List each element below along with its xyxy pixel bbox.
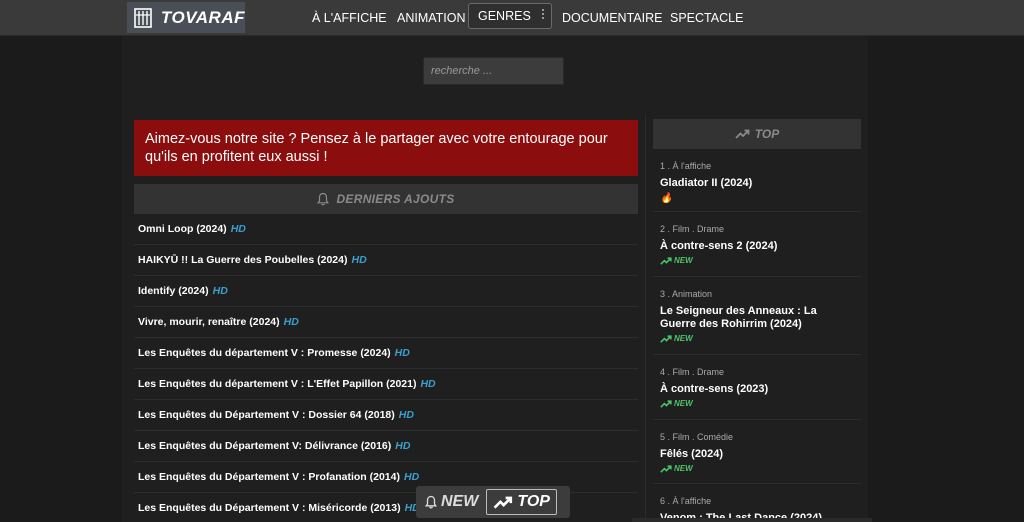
genres-label: GENRES <box>478 9 531 23</box>
hd-badge: HD <box>230 223 246 235</box>
top-item-badge: NEW <box>660 334 854 343</box>
top-item-4[interactable]: 4 . Film . Drame À contre-sens (2023) NE… <box>653 355 861 420</box>
top-item-category: 6 . À l'affiche <box>660 496 712 506</box>
trending-up-icon <box>660 256 672 265</box>
top-item-2[interactable]: 2 . Film . Drame À contre-sens 2 (2024) … <box>653 212 861 277</box>
top-item-title: À contre-sens 2 (2024) <box>660 240 778 252</box>
top-item-category: 5 . Film . Comédie <box>660 432 734 442</box>
list-item[interactable]: HAIKYŪ !! La Guerre des Poubelles (2024)… <box>134 245 638 276</box>
top-section-header: TOP <box>653 119 861 149</box>
nav-label: SPECTACLE <box>670 11 744 25</box>
kebab-menu-icon <box>542 9 544 19</box>
hd-badge: HD <box>351 254 367 266</box>
top-button-label: TOP <box>517 493 550 510</box>
nav-item-animation[interactable]: ANIMATION <box>397 0 466 36</box>
latest-list: Omni Loop (2024) HD HAIKYŪ !! La Guerre d… <box>134 214 638 522</box>
top-item-title: Gladiator II (2024) <box>660 177 753 189</box>
list-item[interactable]: Les Enquêtes du Département V : Dossier … <box>134 400 638 431</box>
hd-badge: HD <box>403 471 420 483</box>
film-tower-icon <box>133 7 153 29</box>
item-title: Les Enquêtes du Département V: Délivranc… <box>138 440 392 452</box>
top-item-category: 2 . Film . Drame <box>660 224 725 234</box>
trending-up-icon <box>660 334 672 343</box>
top-item-title: Le Seigneur des Anneaux : La Guerre des … <box>660 305 817 330</box>
new-badge: NEW <box>674 464 693 473</box>
hd-badge: HD <box>394 347 410 359</box>
top-item-category: 4 . Film . Drame <box>660 367 725 377</box>
search-input[interactable] <box>423 57 564 85</box>
new-badge: NEW <box>674 256 693 265</box>
item-title: Les Enquêtes du Département V : Misérico… <box>138 502 401 514</box>
trending-up-icon <box>660 399 672 408</box>
site-name: TOVARAF <box>160 7 245 27</box>
top-item-3[interactable]: 3 . Animation Le Seigneur des Anneaux : … <box>653 277 861 355</box>
trending-up-icon <box>660 464 672 473</box>
nav-item-spectacle[interactable]: SPECTACLE <box>670 0 743 36</box>
top-item-6[interactable]: 6 . À l'affiche Venom : The Last Dance (… <box>653 484 861 522</box>
bell-icon <box>317 192 330 206</box>
top-section-title: TOP <box>754 127 780 141</box>
item-title: Les Enquêtes du Département V : Profanat… <box>138 471 400 483</box>
list-item[interactable]: Omni Loop (2024) HD <box>134 214 638 245</box>
top-item-badge: 🔥 <box>660 193 854 204</box>
top-item-badge: NEW <box>660 464 854 473</box>
bell-icon <box>425 495 437 509</box>
column-divider <box>645 114 646 522</box>
nav-label: À L'AFFICHE <box>312 11 387 25</box>
top-button[interactable]: TOP <box>486 489 557 515</box>
item-title: Identify (2024) <box>138 285 209 297</box>
list-item[interactable]: Identify (2024) HD <box>134 276 638 307</box>
top-item-badge: NEW <box>660 256 854 265</box>
item-title: Vivre, mourir, renaître (2024) <box>138 316 280 328</box>
top-item-1[interactable]: 1 . À l'affiche Gladiator II (2024) 🔥 <box>653 155 861 212</box>
list-item[interactable]: Les Enquêtes du département V : Promesse… <box>134 338 638 369</box>
item-title: Omni Loop (2024) <box>138 223 227 235</box>
hd-badge: HD <box>398 409 414 421</box>
list-item[interactable]: Les Enquêtes du département V : L'Effet … <box>134 369 638 400</box>
site-logo[interactable]: TOVARAF <box>127 2 245 33</box>
nav-genres-dropdown[interactable]: GENRES <box>468 3 552 29</box>
top-list: 1 . À l'affiche Gladiator II (2024) 🔥 2 … <box>653 155 861 522</box>
list-item[interactable]: Vivre, mourir, renaître (2024) HD <box>134 307 638 338</box>
hd-badge: HD <box>395 440 411 452</box>
new-button[interactable]: NEW <box>419 489 484 515</box>
hd-badge: HD <box>212 285 228 297</box>
banner-text: Aimez-vous notre site ? Pensez à le part… <box>145 131 608 165</box>
nav-label: DOCUMENTAIRE <box>562 11 663 25</box>
top-item-5[interactable]: 5 . Film . Comédie Fêlés (2024) NEW <box>653 420 861 484</box>
latest-section-title: DERNIERS AJOUTS <box>336 192 455 206</box>
latest-section-header: DERNIERS AJOUTS <box>134 184 638 214</box>
top-item-badge: NEW <box>660 399 854 408</box>
floating-nav: NEW TOP <box>416 486 570 518</box>
new-badge: NEW <box>674 399 693 408</box>
list-item[interactable]: Les Enquêtes du Département V: Délivranc… <box>134 431 638 462</box>
nav-item-documentaire[interactable]: DOCUMENTAIRE <box>562 0 662 36</box>
top-navbar: TOVARAF À L'AFFICHE ANIMATION GENRES DOC… <box>0 0 1024 36</box>
new-button-label: NEW <box>441 493 479 510</box>
horizontal-scrollbar[interactable] <box>632 518 872 522</box>
trending-up-icon <box>735 129 750 139</box>
item-title: Les Enquêtes du département V : Promesse… <box>138 347 391 359</box>
hd-badge: HD <box>420 378 436 390</box>
trending-up-icon <box>493 496 513 509</box>
item-title: Les Enquêtes du département V : L'Effet … <box>138 378 417 390</box>
nav-label: ANIMATION <box>397 11 466 25</box>
top-item-category: 1 . À l'affiche <box>660 161 712 171</box>
fire-icon: 🔥 <box>660 193 673 204</box>
hd-badge: HD <box>283 316 299 328</box>
nav-item-a-l-affiche[interactable]: À L'AFFICHE <box>312 0 387 36</box>
top-item-title: À contre-sens (2023) <box>660 383 769 395</box>
item-title: HAIKYŪ !! La Guerre des Poubelles (2024) <box>138 254 348 266</box>
item-title: Les Enquêtes du Département V : Dossier … <box>138 409 395 421</box>
new-badge: NEW <box>674 334 693 343</box>
top-item-category: 3 . Animation <box>660 289 713 299</box>
top-item-title: Fêlés (2024) <box>660 448 723 460</box>
share-banner: Aimez-vous notre site ? Pensez à le part… <box>134 120 638 176</box>
